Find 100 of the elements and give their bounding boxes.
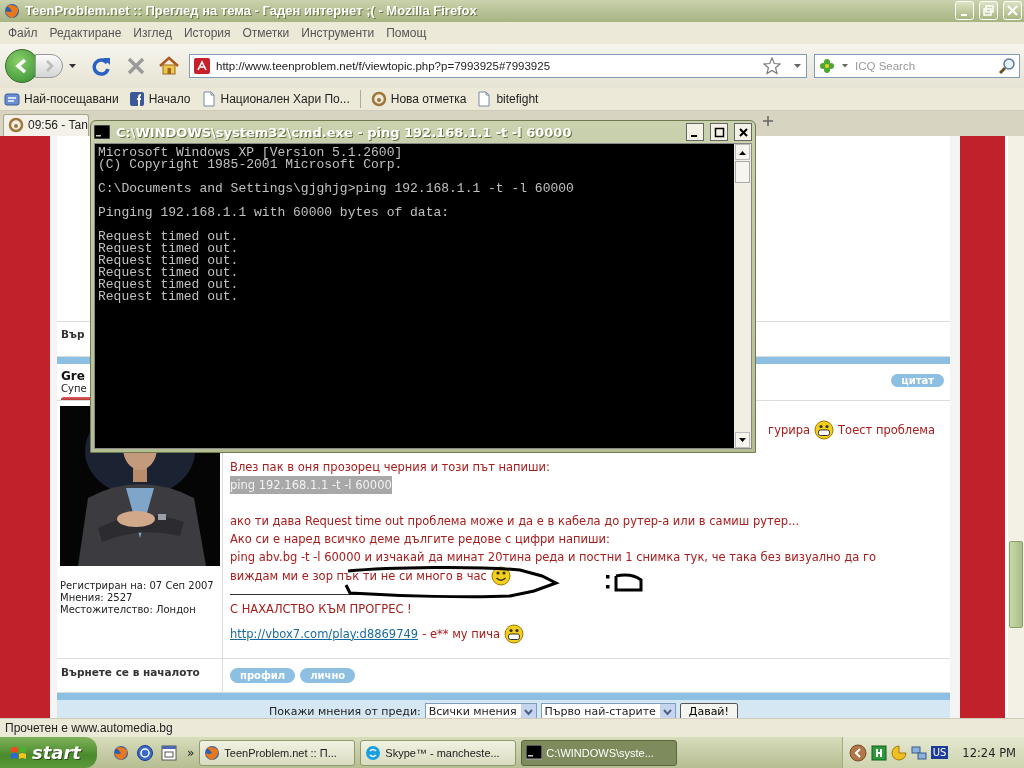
- tab[interactable]: 09:56 - Tan: [3, 113, 89, 136]
- post-text: Ако си е наред всичко деме дългите редове с цифри напиши:: [230, 530, 610, 548]
- start-button[interactable]: start: [0, 737, 97, 768]
- taskbar-button[interactable]: TeenProblem.net :: П...: [199, 739, 356, 766]
- post-text: С НАХАЛСТВО КЪМ ПРОГРЕС !: [230, 600, 412, 618]
- expand-tray-icon[interactable]: [848, 743, 867, 762]
- close-icon: [1006, 4, 1019, 18]
- minimize-button[interactable]: [686, 123, 704, 141]
- menu-item[interactable]: Инструменти: [295, 25, 381, 40]
- post-text: Тоест проблема: [838, 421, 935, 439]
- post-text: виждам ми е зор пък ти не си много в час: [230, 567, 487, 585]
- clock: 12:24 PM: [962, 745, 1016, 760]
- link[interactable]: http://vbox7.com/play:d8869749: [230, 624, 419, 643]
- menu-item[interactable]: Изглед: [127, 25, 178, 40]
- status-bar: Прочетен е www.automedia.bg: [0, 718, 1024, 736]
- back-to-top-link[interactable]: Върнете се в началото: [61, 665, 200, 678]
- bookmark-item[interactable]: Начало: [128, 90, 191, 107]
- globe-icon: [4, 3, 20, 19]
- address-field[interactable]: http://www.teenproblem.net/f/viewtopic.php?p=7993925#7993925: [189, 53, 807, 78]
- app-tray-icon[interactable]: [870, 744, 887, 761]
- minimize-icon: [960, 14, 967, 17]
- rank-title: Супе: [61, 382, 88, 394]
- selected-text: ping 192.168.1.1 -t -l 60000: [230, 475, 392, 494]
- caret-icon: [520, 704, 536, 718]
- menu-item[interactable]: Редактиране: [43, 25, 128, 40]
- flower-icon[interactable]: [819, 57, 835, 74]
- profile-info: Мнения: 2527: [60, 591, 134, 604]
- console-text: Pinging 192.168.1.1 with 60000 bytes of data:: [98, 207, 451, 219]
- down-arrow-icon[interactable]: [738, 436, 747, 444]
- console-icon: [526, 744, 543, 761]
- console-text: Request timed out.: [98, 279, 240, 291]
- menu-item[interactable]: Помощ: [380, 25, 433, 40]
- ring-icon: [8, 117, 24, 134]
- console-text: Microsoft Windows XP [Version 5.1.2600]: [98, 147, 404, 159]
- console-text: Request timed out.: [98, 255, 240, 267]
- bookmark-item[interactable]: Най-посещавани: [4, 90, 119, 107]
- social-icon: [128, 90, 145, 107]
- menu-item[interactable]: История: [177, 25, 237, 40]
- bookmark-item[interactable]: Нова отметка: [370, 90, 467, 107]
- post-text: ping abv.bg -t -l 60000 и изчакай да минат 20тина реда и постни 1 снимка тук, че така без визуално да го: [230, 548, 877, 566]
- post-text: Влез пак в оня прозорец черния и този път напиши:: [230, 458, 550, 476]
- stop-icon[interactable]: [126, 55, 146, 76]
- maximize-icon: [713, 126, 725, 138]
- window-title: TeenProblem.net :: Преглед на тема - Гаден интернет ;( - Mozilla Firefox: [25, 3, 478, 19]
- menu-item[interactable]: Файл: [2, 25, 44, 40]
- scrollbar[interactable]: [1008, 135, 1024, 718]
- search-icon[interactable]: [999, 57, 1015, 74]
- console-text: Request timed out.: [98, 231, 240, 243]
- author-name: Gre: [61, 368, 86, 383]
- smile-icon: [490, 565, 511, 586]
- close-button[interactable]: [734, 123, 752, 141]
- badge-icon[interactable]: [137, 744, 153, 761]
- post-text: - е** му пича: [422, 625, 501, 643]
- new-tab-icon[interactable]: [762, 114, 774, 127]
- home-icon[interactable]: [158, 55, 180, 77]
- page-icon: [476, 90, 493, 107]
- scrollbar[interactable]: [734, 144, 751, 448]
- console-text: Request timed out.: [98, 291, 240, 303]
- maximize-button[interactable]: [710, 123, 728, 141]
- scroll-thumb[interactable]: [735, 161, 750, 183]
- caret-icon[interactable]: [68, 62, 77, 69]
- sort-select[interactable]: Първо най-старите: [540, 702, 676, 718]
- profile-info: Местожителство: Лондон: [60, 603, 197, 616]
- close-icon: [737, 126, 749, 138]
- caret-icon: [659, 704, 675, 718]
- restore-icon: [982, 4, 995, 18]
- page-icon: [200, 90, 217, 107]
- profile-info: Регистриран на: 07 Сеп 2007: [60, 579, 215, 592]
- caret-icon[interactable]: [841, 62, 849, 69]
- grin-icon: [504, 623, 525, 644]
- console-icon: [94, 125, 110, 139]
- star-icon[interactable]: [763, 56, 781, 75]
- taskbar-button[interactable]: Skype™ - mancheste...: [360, 739, 517, 766]
- network-icon[interactable]: [910, 744, 927, 761]
- up-arrow-icon[interactable]: [738, 148, 747, 156]
- window-icon[interactable]: [161, 744, 177, 761]
- ring-icon: [370, 90, 387, 107]
- console-text: Request timed out.: [98, 267, 240, 279]
- sort-select[interactable]: Всички мнения: [424, 702, 537, 718]
- post-text: ако ти дава Request time out проблема може и да е в кабела до рутер-а или в самиш рутер...: [230, 512, 800, 530]
- console-text: (C) Copyright 1985-2001 Microsoft Corp.: [98, 159, 404, 171]
- language-indicator[interactable]: US: [930, 746, 949, 759]
- forward-button[interactable]: [35, 53, 63, 78]
- taskbar-button[interactable]: C:\WINDOWS\syste...: [521, 739, 678, 766]
- bookmark-item[interactable]: bitefight: [476, 90, 539, 107]
- post-text: гурира: [768, 421, 811, 439]
- menu-item[interactable]: Отметки: [236, 25, 296, 40]
- windows-flag-icon: [10, 744, 27, 761]
- caret-icon[interactable]: [793, 62, 802, 69]
- grin-icon: [814, 419, 835, 440]
- console-text: C:\Documents and Settings\gjghjg>ping 192.168.1.1 -t -l 60000: [98, 183, 575, 195]
- window-title: C:\WINDOWS\system32\cmd.exe - ping 192.168.1.1 -t -l 60000: [116, 124, 573, 140]
- site-icon: [194, 57, 210, 74]
- console-text: Request timed out.: [98, 243, 240, 255]
- overflow-chevron[interactable]: »: [187, 745, 195, 760]
- back-to-top-link[interactable]: Вър: [61, 327, 85, 340]
- go-button[interactable]: Давай!: [679, 702, 738, 718]
- scroll-thumb[interactable]: [1009, 540, 1023, 628]
- bookmark-item[interactable]: Национален Хари По...: [200, 90, 350, 107]
- globe-icon[interactable]: [113, 744, 129, 761]
